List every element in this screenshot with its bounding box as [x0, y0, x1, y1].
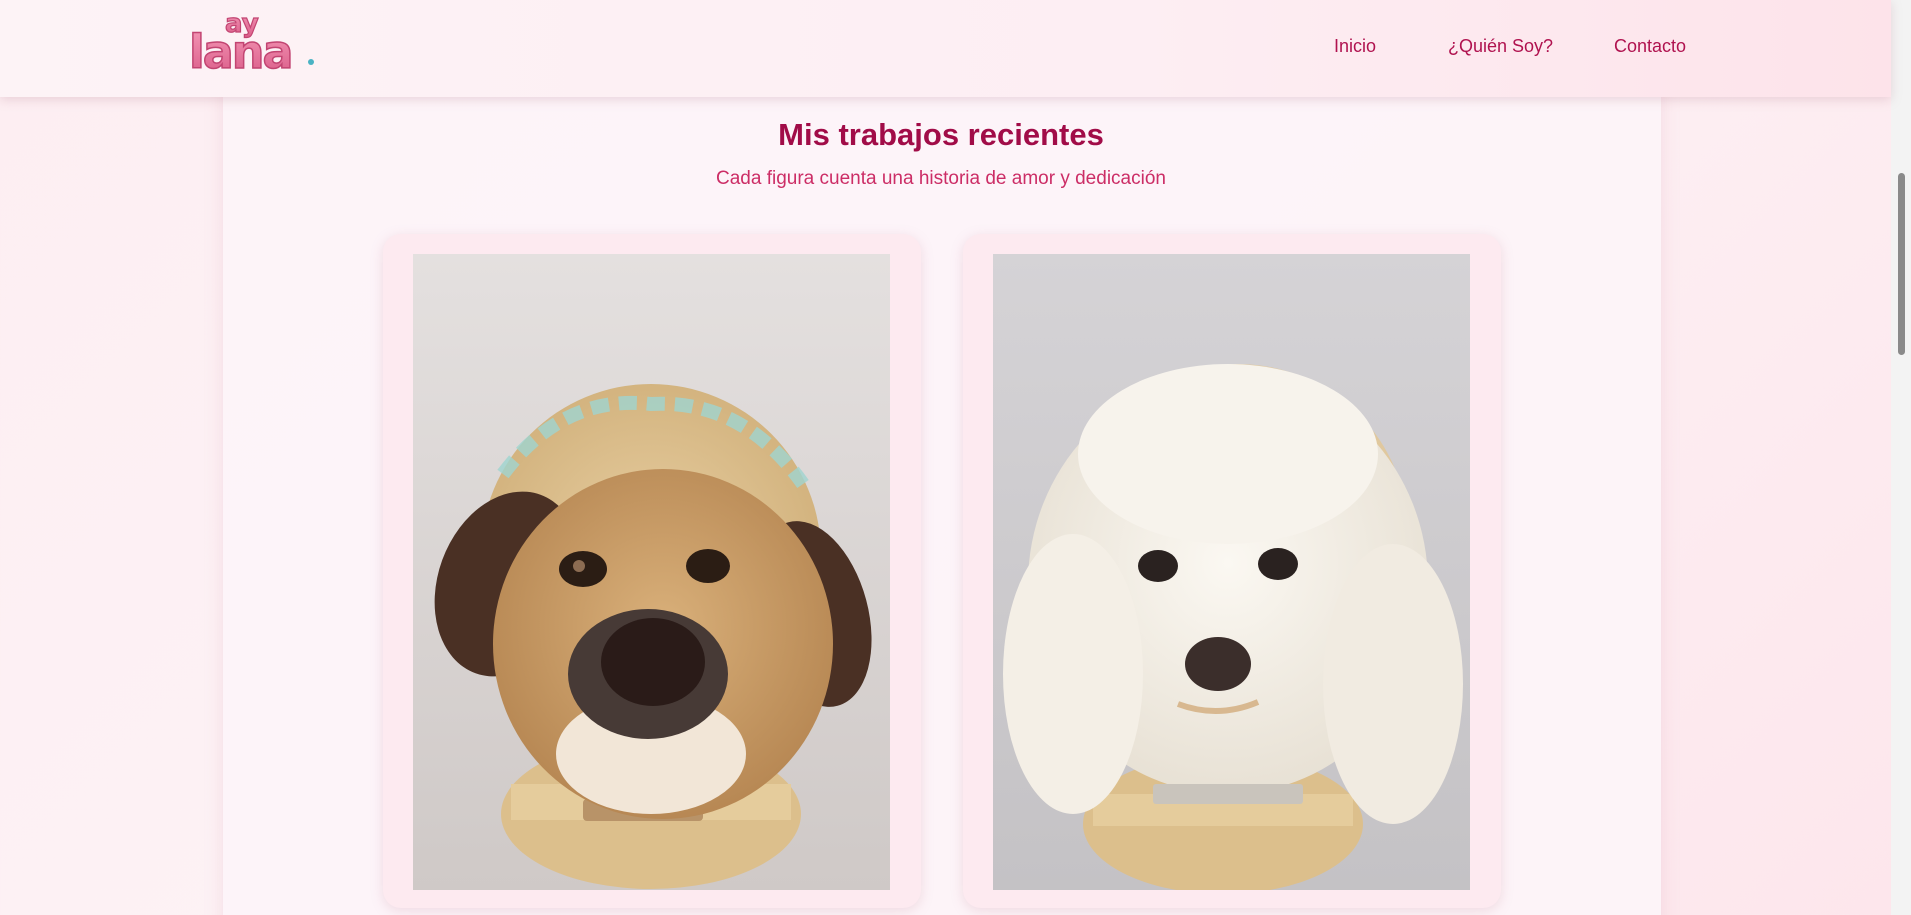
site-header: ay lana Inicio ¿Quién Soy? Contacto — [0, 0, 1891, 97]
work-card[interactable] — [383, 234, 921, 908]
nav-quien-soy[interactable]: ¿Quién Soy? — [1448, 36, 1553, 57]
work-photo-white-dog[interactable] — [993, 254, 1470, 890]
svg-text:lana: lana — [189, 25, 292, 74]
work-card[interactable] — [963, 234, 1501, 908]
nav-contacto[interactable]: Contacto — [1614, 36, 1686, 57]
logo-graphic: ay lana — [188, 8, 314, 80]
page-scrollbar[interactable] — [1891, 0, 1911, 915]
felted-dog-image — [993, 254, 1470, 890]
section-subtitle: Cada figura cuenta una historia de amor … — [716, 168, 1166, 189]
brand-logo[interactable]: ay lana — [187, 6, 322, 80]
nav-inicio[interactable]: Inicio — [1334, 36, 1376, 57]
work-photo-brown-dog[interactable] — [413, 254, 890, 890]
section-title: Mis trabajos recientes — [778, 117, 1104, 152]
scrollbar-thumb[interactable] — [1898, 173, 1905, 355]
felted-dog-image — [413, 254, 890, 890]
